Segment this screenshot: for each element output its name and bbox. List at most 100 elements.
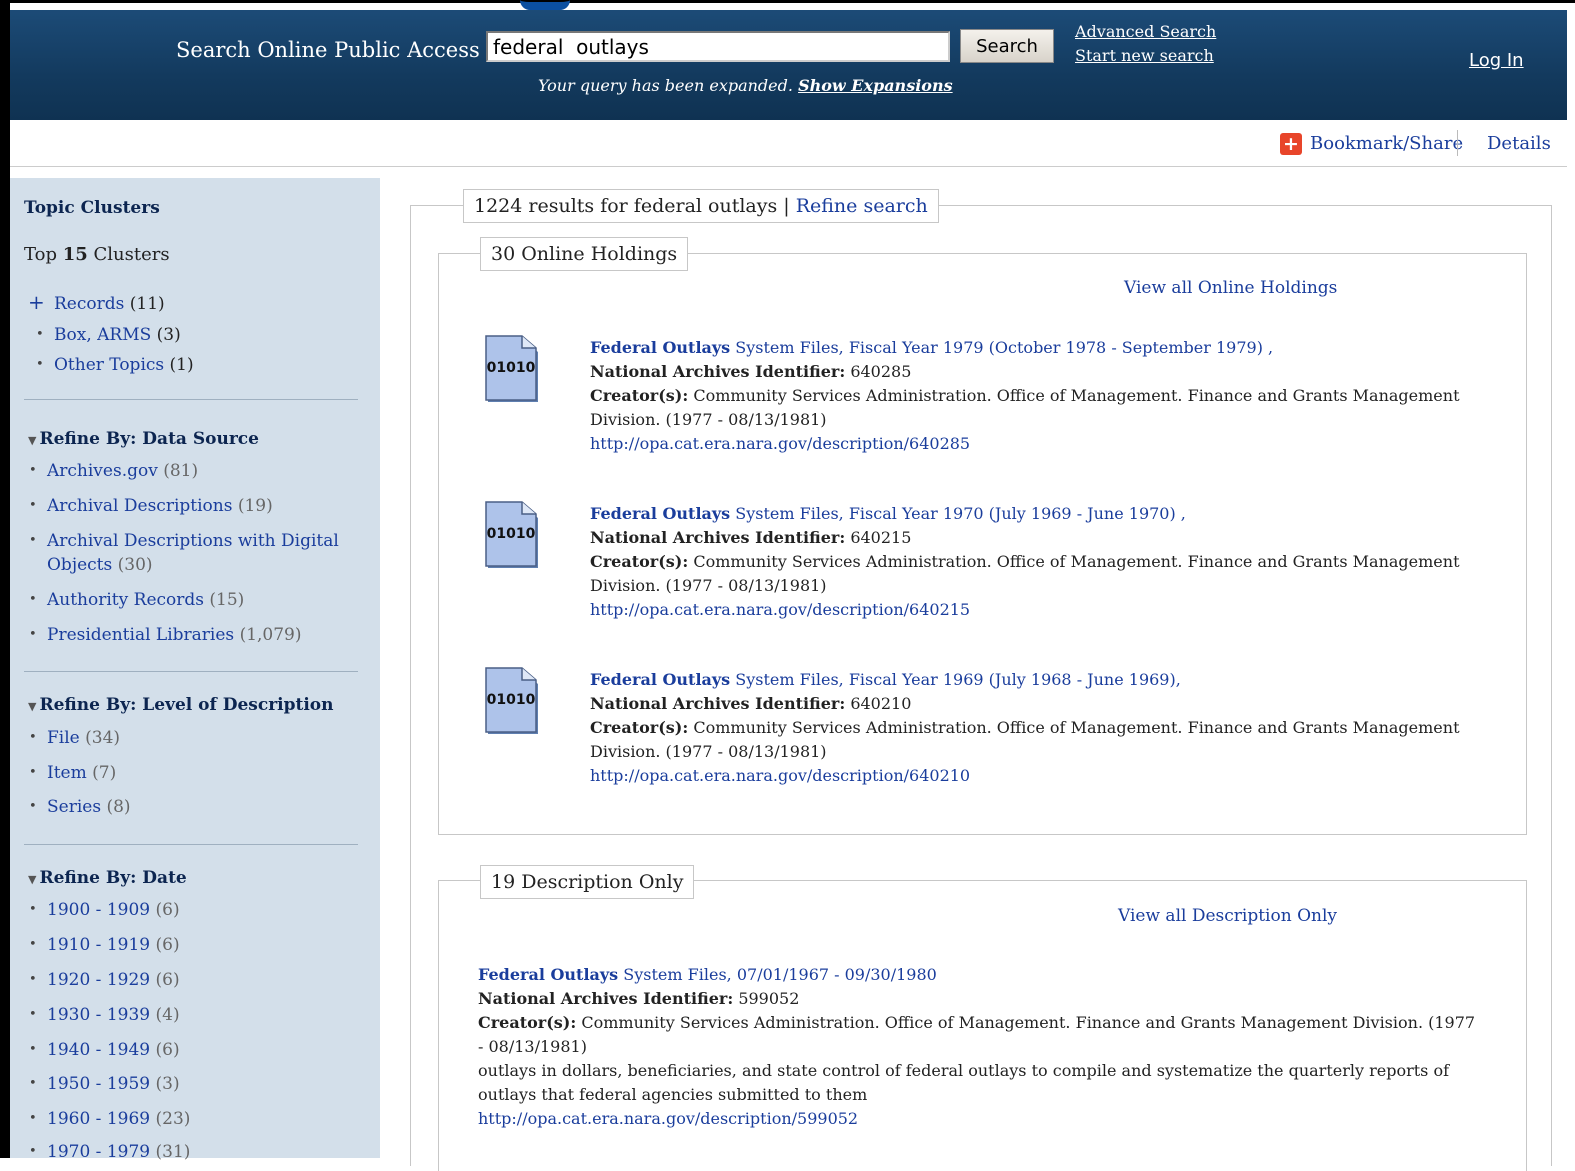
facet-count: (6) — [155, 1040, 180, 1060]
sidebar-divider — [24, 399, 358, 400]
facet-label: 1970 - 1979 — [47, 1142, 151, 1162]
date-facet-item[interactable]: • 1970 - 1979 (31) — [29, 1140, 190, 1164]
bullet-icon: • — [29, 902, 37, 917]
result-creator: Creator(s): Community Services Administr… — [478, 1011, 1478, 1059]
cluster-records[interactable]: Records (11) — [54, 292, 165, 316]
start-new-search-link[interactable]: Start new search — [1075, 46, 1214, 65]
online-holdings-legend: 30 Online Holdings — [480, 237, 689, 271]
bullet-icon: • — [29, 1144, 37, 1159]
show-expansions-link[interactable]: Show Expansions — [798, 76, 953, 95]
level-item[interactable]: • Item (7) — [29, 761, 117, 785]
date-facet-item[interactable]: • 1900 - 1909 (6) — [29, 898, 180, 922]
top-clusters-suffix: Clusters — [93, 244, 170, 265]
sidebar-divider — [24, 671, 358, 672]
result-title-bold[interactable]: Federal Outlays — [590, 504, 730, 523]
digital-file-icon[interactable]: 01010 — [484, 664, 540, 736]
result-title-rest[interactable]: System Files, 07/01/1967 - 09/30/1980 — [618, 965, 937, 984]
result-url[interactable]: http://opa.cat.era.nara.gov/description/… — [478, 1107, 1478, 1131]
date-heading[interactable]: ▼ Refine By: Date — [28, 868, 187, 888]
data-source-archival-descriptions[interactable]: • Archival Descriptions (19) — [29, 494, 273, 518]
advanced-search-link[interactable]: Advanced Search — [1075, 22, 1216, 41]
bullet-icon: • — [36, 357, 44, 372]
facet-label: Presidential Libraries — [47, 625, 235, 645]
facet-count: (7) — [92, 763, 117, 783]
icon-binary-text: 01010 — [487, 360, 536, 376]
result-url[interactable]: http://opa.cat.era.nara.gov/description/… — [590, 598, 1470, 622]
date-facet-item[interactable]: • 1960 - 1969 (23) — [29, 1107, 191, 1131]
digital-file-icon[interactable]: 01010 — [484, 498, 540, 570]
window-frame-top — [0, 0, 1575, 3]
data-source-presidential-libraries[interactable]: • Presidential Libraries (1,079) — [29, 623, 302, 647]
search-input[interactable] — [486, 31, 950, 62]
facet-count: (23) — [155, 1109, 191, 1129]
icon-binary-text: 01010 — [487, 692, 536, 708]
search-button[interactable]: Search — [960, 29, 1054, 63]
facet-label: Archival Descriptions — [47, 496, 233, 516]
result-title[interactable]: Federal Outlays System Files, 07/01/1967… — [478, 963, 1478, 987]
result-title-rest[interactable]: System Files, Fiscal Year 1969 (July 196… — [730, 670, 1181, 689]
sidebar-divider — [24, 844, 358, 845]
result-title-rest[interactable]: System Files, Fiscal Year 1970 (July 196… — [730, 504, 1186, 523]
date-facet-item[interactable]: • 1950 - 1959 (3) — [29, 1072, 180, 1096]
creator-value: Community Services Administration. Offic… — [478, 1013, 1476, 1056]
date-facet-item[interactable]: • 1940 - 1949 (6) — [29, 1038, 180, 1062]
data-source-authority-records[interactable]: • Authority Records (15) — [29, 588, 245, 612]
bullet-icon: • — [29, 1007, 37, 1022]
results-count-text: 1224 results for federal outlays | — [474, 195, 790, 217]
cluster-box-arms[interactable]: • Box, ARMS (3) — [36, 323, 181, 347]
level-file[interactable]: • File (34) — [29, 726, 120, 750]
bullet-icon: • — [29, 799, 37, 814]
date-facet-item[interactable]: • 1910 - 1919 (6) — [29, 933, 180, 957]
data-source-heading[interactable]: ▼ Refine By: Data Source — [28, 429, 259, 449]
utility-bar: + Bookmark/Share Details — [10, 120, 1567, 167]
level-series[interactable]: • Series (8) — [29, 795, 131, 819]
facet-count: (15) — [209, 590, 245, 610]
result-identifier: National Archives Identifier: 640215 — [590, 526, 1470, 550]
result-url[interactable]: http://opa.cat.era.nara.gov/description/… — [590, 432, 1470, 456]
identifier-value: 640215 — [845, 528, 912, 547]
bookmark-share-link[interactable]: Bookmark/Share — [1310, 133, 1463, 154]
expand-plus-icon[interactable]: + — [28, 290, 45, 314]
cluster-count: (11) — [129, 294, 165, 314]
bullet-icon: • — [29, 937, 37, 952]
cluster-other-topics[interactable]: • Other Topics (1) — [36, 353, 194, 377]
result-title-bold[interactable]: Federal Outlays — [478, 965, 618, 984]
level-heading-label: Refine By: Level of Description — [39, 695, 334, 715]
facet-label: Item — [47, 763, 87, 783]
data-source-archives-gov[interactable]: • Archives.gov (81) — [29, 459, 198, 483]
refine-search-link[interactable]: Refine search — [796, 195, 928, 217]
login-link[interactable]: Log In — [1469, 50, 1524, 71]
caret-down-icon: ▼ — [28, 873, 37, 886]
identifier-value: 599052 — [733, 989, 800, 1008]
search-label: Search Online Public Access — [176, 38, 480, 62]
facet-count: (19) — [237, 496, 273, 516]
facet-label: Authority Records — [47, 590, 204, 610]
bookmark-share-icon[interactable]: + — [1280, 133, 1302, 155]
cluster-label: Other Topics — [54, 355, 165, 375]
facet-label: File — [47, 728, 80, 748]
description-only-legend: 19 Description Only — [480, 865, 695, 899]
data-source-digital-objects[interactable]: • Archival Descriptions with Digital Obj… — [29, 529, 339, 577]
result-creator: Creator(s): Community Services Administr… — [590, 550, 1470, 598]
result-title-rest[interactable]: System Files, Fiscal Year 1979 (October … — [730, 338, 1273, 357]
search-header: Search Online Public Access Search Your … — [10, 8, 1567, 120]
facet-count: (4) — [155, 1005, 180, 1025]
view-all-description-only-link[interactable]: View all Description Only — [1118, 906, 1337, 926]
level-heading[interactable]: ▼ Refine By: Level of Description — [28, 695, 334, 715]
result-title-bold[interactable]: Federal Outlays — [590, 338, 730, 357]
digital-file-icon[interactable]: 01010 — [484, 332, 540, 404]
bullet-icon: • — [36, 327, 44, 342]
details-link[interactable]: Details — [1487, 133, 1551, 154]
result-url[interactable]: http://opa.cat.era.nara.gov/description/… — [590, 764, 1470, 788]
date-facet-item[interactable]: • 1930 - 1939 (4) — [29, 1003, 180, 1027]
result-identifier: National Archives Identifier: 599052 — [478, 987, 1478, 1011]
result-title[interactable]: Federal Outlays System Files, Fiscal Yea… — [590, 668, 1470, 692]
result-title-bold[interactable]: Federal Outlays — [590, 670, 730, 689]
view-all-online-holdings-link[interactable]: View all Online Holdings — [1124, 278, 1337, 298]
result-title[interactable]: Federal Outlays System Files, Fiscal Yea… — [590, 502, 1470, 526]
date-facet-item[interactable]: • 1920 - 1929 (6) — [29, 968, 180, 992]
facet-count: (1,079) — [239, 625, 302, 645]
cluster-label: Box, ARMS — [54, 325, 152, 345]
bullet-icon: • — [29, 533, 37, 548]
result-title[interactable]: Federal Outlays System Files, Fiscal Yea… — [590, 336, 1470, 360]
